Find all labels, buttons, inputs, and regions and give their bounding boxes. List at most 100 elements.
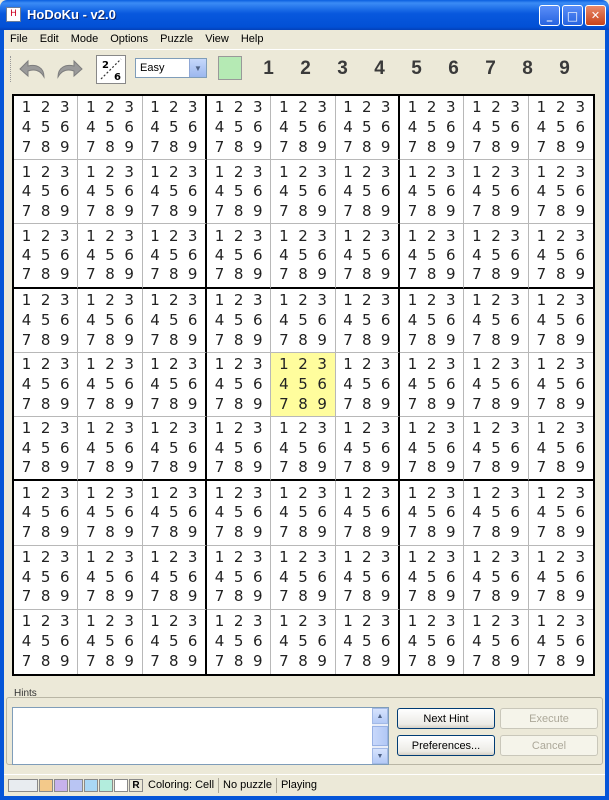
sudoku-cell-r4c9[interactable]: 123 456 789 — [528, 289, 593, 353]
digit-filter-3[interactable]: 3 — [324, 55, 361, 83]
sudoku-cell-r9c7[interactable]: 123 456 789 — [400, 609, 465, 674]
sudoku-cell-r9c1[interactable]: 123 456 789 — [14, 609, 79, 674]
sudoku-cell-r5c8[interactable]: 123 456 789 — [464, 352, 529, 418]
hints-textarea[interactable]: ▲ ▼ — [12, 707, 389, 765]
sudoku-cell-r2c2[interactable]: 123 456 789 — [78, 160, 143, 225]
sudoku-cell-r1c2[interactable]: 123 456 789 — [78, 96, 143, 161]
digit-filter-9[interactable]: 9 — [546, 55, 583, 83]
sudoku-cell-r3c2[interactable]: 123 456 789 — [78, 224, 143, 289]
undo-icon[interactable] — [18, 57, 48, 81]
sudoku-cell-r1c9[interactable]: 123 456 789 — [528, 96, 593, 161]
coloring-mode-status[interactable]: Coloring: Cell — [144, 779, 218, 791]
sudoku-cell-r5c5[interactable]: 123 456 789 — [271, 352, 336, 418]
sudoku-cell-r2c5[interactable]: 123 456 789 — [271, 160, 336, 225]
sudoku-cell-r7c8[interactable]: 123 456 789 — [464, 481, 529, 546]
sudoku-cell-r5c7[interactable]: 123 456 789 — [400, 352, 465, 418]
status-color-swatch-4[interactable] — [84, 778, 98, 792]
sudoku-cell-r9c9[interactable]: 123 456 789 — [529, 610, 593, 674]
sudoku-cell-r8c5[interactable]: 123 456 789 — [271, 545, 336, 610]
sudoku-cell-r1c6[interactable]: 123 456 789 — [335, 96, 400, 161]
execute-button[interactable]: Execute — [500, 708, 598, 729]
digit-filter-1[interactable]: 1 — [250, 55, 287, 83]
sudoku-cell-r6c7[interactable]: 123 456 789 — [400, 417, 465, 482]
sudoku-cell-r7c6[interactable]: 123 456 789 — [335, 481, 400, 546]
sudoku-cell-r9c2[interactable]: 123 456 789 — [78, 609, 143, 674]
sudoku-cell-r4c3[interactable]: 123 456 789 — [142, 288, 207, 353]
sudoku-cell-r7c9[interactable]: 123 456 789 — [528, 481, 593, 546]
digit-filter-7[interactable]: 7 — [472, 55, 509, 83]
sudoku-cell-r7c2[interactable]: 123 456 789 — [78, 481, 143, 546]
sudoku-cell-r7c1[interactable]: 123 456 789 — [14, 481, 79, 546]
sudoku-cell-r6c1[interactable]: 123 456 789 — [14, 417, 79, 482]
sudoku-cell-r8c7[interactable]: 123 456 789 — [400, 545, 465, 610]
menu-help[interactable]: Help — [235, 30, 270, 49]
digit-filter-4[interactable]: 4 — [361, 55, 398, 83]
sudoku-cell-r3c8[interactable]: 123 456 789 — [464, 224, 529, 289]
scroll-thumb[interactable] — [372, 726, 388, 746]
sudoku-cell-r4c5[interactable]: 123 456 789 — [271, 288, 336, 353]
sudoku-cell-r2c8[interactable]: 123 456 789 — [464, 160, 529, 225]
sudoku-cell-r3c1[interactable]: 123 456 789 — [14, 224, 79, 289]
sudoku-cell-r9c8[interactable]: 123 456 789 — [464, 609, 529, 674]
sudoku-cell-r8c4[interactable]: 123 456 789 — [207, 545, 272, 610]
status-color-swatch-6[interactable] — [114, 778, 128, 792]
sudoku-cell-r3c4[interactable]: 123 456 789 — [207, 224, 272, 289]
digit-filter-8[interactable]: 8 — [509, 55, 546, 83]
menu-edit[interactable]: Edit — [34, 30, 65, 49]
sudoku-cell-r7c7[interactable]: 123 456 789 — [400, 481, 465, 546]
sudoku-cell-r1c3[interactable]: 123 456 789 — [142, 96, 207, 161]
status-reset-button[interactable]: R — [129, 778, 143, 792]
sudoku-cell-r9c5[interactable]: 123 456 789 — [271, 609, 336, 674]
sudoku-cell-r4c6[interactable]: 123 456 789 — [335, 288, 400, 353]
sudoku-cell-r8c6[interactable]: 123 456 789 — [335, 545, 400, 610]
sudoku-cell-r4c7[interactable]: 123 456 789 — [400, 288, 465, 353]
status-color-swatch-5[interactable] — [99, 778, 113, 792]
sudoku-cell-r4c4[interactable]: 123 456 789 — [207, 288, 272, 353]
sudoku-cell-r2c1[interactable]: 123 456 789 — [14, 160, 79, 225]
sudoku-cell-r8c1[interactable]: 123 456 789 — [14, 545, 79, 610]
status-color-swatch-0[interactable] — [8, 778, 38, 792]
preferences-button[interactable]: Preferences... — [397, 735, 495, 756]
sudoku-cell-r8c9[interactable]: 123 456 789 — [528, 546, 593, 610]
digit-filter-6[interactable]: 6 — [435, 55, 472, 83]
sudoku-cell-r5c2[interactable]: 123 456 789 — [78, 352, 143, 418]
sudoku-cell-r6c8[interactable]: 123 456 789 — [464, 417, 529, 482]
menu-mode[interactable]: Mode — [65, 30, 105, 49]
sudoku-cell-r4c1[interactable]: 123 456 789 — [14, 288, 79, 353]
cancel-button[interactable]: Cancel — [500, 735, 598, 756]
sudoku-cell-r3c7[interactable]: 123 456 789 — [400, 224, 465, 289]
sudoku-cell-r9c4[interactable]: 123 456 789 — [207, 609, 272, 674]
digit-filter-2[interactable]: 2 — [287, 55, 324, 83]
sudoku-cell-r2c4[interactable]: 123 456 789 — [207, 160, 272, 225]
menu-file[interactable]: File — [4, 30, 34, 49]
menu-view[interactable]: View — [199, 30, 235, 49]
title-bar[interactable]: H HoDoKu - v2.0 _ □ ✕ — [0, 0, 609, 30]
menu-options[interactable]: Options — [104, 30, 154, 49]
sudoku-cell-r7c3[interactable]: 123 456 789 — [142, 481, 207, 546]
difficulty-select[interactable]: Easy ▼ — [135, 58, 207, 78]
sudoku-cell-r8c3[interactable]: 123 456 789 — [142, 545, 207, 610]
sudoku-cell-r9c6[interactable]: 123 456 789 — [336, 609, 400, 674]
sudoku-cell-r2c9[interactable]: 123 456 789 — [528, 160, 593, 225]
close-button[interactable]: ✕ — [585, 5, 606, 26]
sudoku-cell-r9c3[interactable]: 123 456 789 — [143, 609, 207, 674]
sudoku-cell-r3c9[interactable]: 123 456 789 — [528, 224, 593, 289]
sudoku-cell-r2c3[interactable]: 123 456 789 — [142, 160, 207, 225]
sudoku-cell-r8c2[interactable]: 123 456 789 — [78, 545, 143, 610]
toolbar-grip[interactable] — [10, 56, 14, 82]
status-color-swatch-3[interactable] — [69, 778, 83, 792]
sudoku-cell-r8c8[interactable]: 123 456 789 — [464, 545, 529, 610]
sudoku-cell-r6c2[interactable]: 123 456 789 — [78, 417, 143, 482]
sudoku-cell-r6c4[interactable]: 123 456 789 — [207, 417, 272, 482]
digit-filter-5[interactable]: 5 — [398, 55, 435, 83]
sudoku-cell-r1c4[interactable]: 123 456 789 — [207, 96, 272, 161]
sudoku-cell-r5c1[interactable]: 123 456 789 — [14, 352, 79, 418]
maximize-button[interactable]: □ — [562, 5, 583, 26]
sudoku-cell-r1c8[interactable]: 123 456 789 — [464, 96, 529, 161]
chevron-down-icon[interactable]: ▼ — [189, 59, 206, 77]
sudoku-cell-r3c5[interactable]: 123 456 789 — [271, 224, 336, 289]
difficulty-level-icon[interactable]: 2 6 — [96, 55, 126, 84]
sudoku-cell-r2c7[interactable]: 123 456 789 — [400, 160, 465, 225]
sudoku-cell-r5c3[interactable]: 123 456 789 — [142, 352, 207, 418]
sudoku-cell-r3c6[interactable]: 123 456 789 — [335, 224, 400, 289]
